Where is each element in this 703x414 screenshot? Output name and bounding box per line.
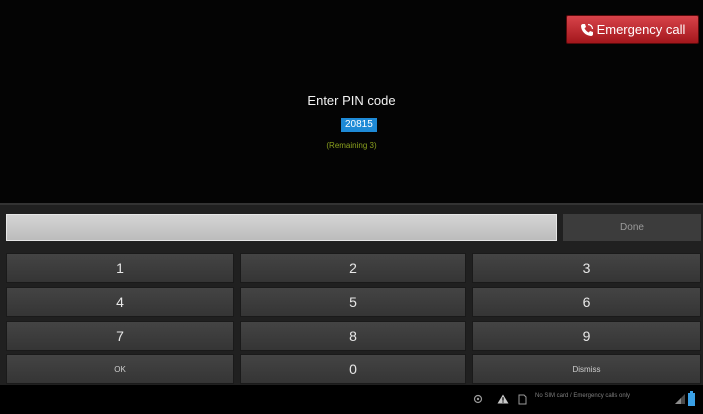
ok-button[interactable]: OK [6, 354, 234, 384]
done-button[interactable]: Done [563, 214, 701, 241]
key-7[interactable]: 7 [6, 321, 234, 351]
key-8[interactable]: 8 [240, 321, 466, 351]
key-3[interactable]: 3 [472, 253, 701, 283]
pin-value: 20815 [341, 118, 377, 132]
emergency-call-button[interactable]: Emergency call [566, 15, 699, 44]
phone-icon [580, 23, 593, 36]
sim-icon [518, 394, 527, 405]
key-6[interactable]: 6 [472, 287, 701, 317]
key-5[interactable]: 5 [240, 287, 466, 317]
emergency-call-label: Emergency call [596, 22, 686, 37]
key-0[interactable]: 0 [240, 354, 466, 384]
location-icon [473, 394, 483, 404]
key-1[interactable]: 1 [6, 253, 234, 283]
lockscreen-panel: Emergency call Enter PIN code 20815 (Rem… [0, 0, 703, 203]
signal-icon [675, 394, 685, 404]
remaining-attempts: (Remaining 3) [326, 141, 377, 150]
pin-prompt-title: Enter PIN code [307, 93, 396, 108]
key-9[interactable]: 9 [472, 321, 701, 351]
status-text: No SIM card / Emergency calls only [535, 393, 631, 399]
battery-icon [688, 391, 695, 406]
pin-entry-field[interactable] [6, 214, 557, 241]
key-2[interactable]: 2 [240, 253, 466, 283]
warning-icon [497, 394, 509, 404]
status-bar: No SIM card / Emergency calls only [0, 385, 703, 414]
pin-keypad: Done 1 2 3 4 5 6 7 8 9 OK 0 Dismiss [0, 205, 703, 385]
key-4[interactable]: 4 [6, 287, 234, 317]
dismiss-button[interactable]: Dismiss [472, 354, 701, 384]
